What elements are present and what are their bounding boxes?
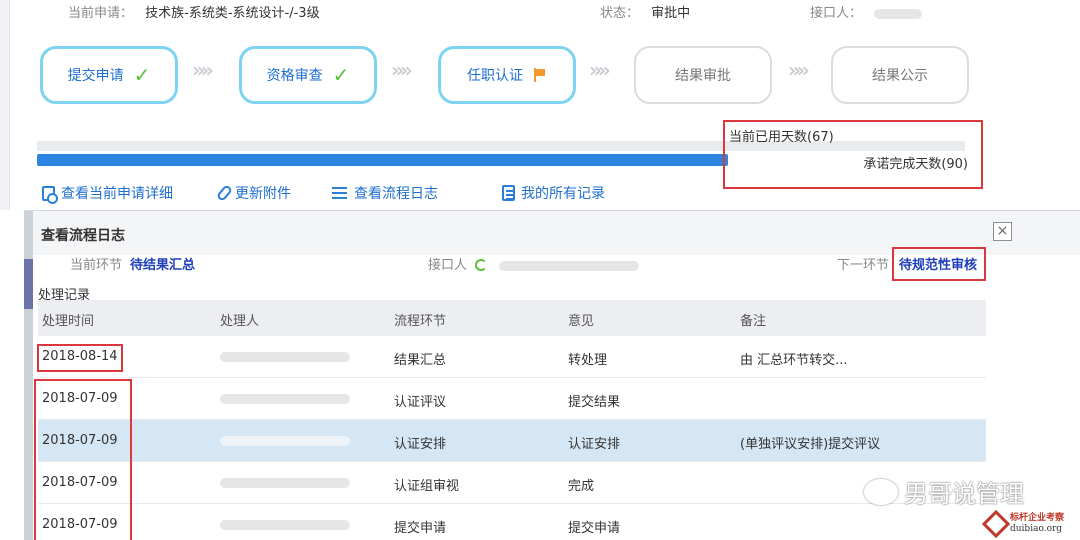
table-header: 处理时间 处理人 流程环节 意见 备注 (38, 300, 986, 336)
update-attachment-link[interactable]: 更新附件 (215, 183, 291, 203)
step-label: 资格审查 (266, 68, 323, 84)
step-label: 结果公示 (872, 68, 928, 84)
column-header: 流程环节 (394, 314, 447, 329)
column-header: 处理人 (220, 314, 260, 329)
application-label: 当前申请： (68, 6, 134, 21)
status-info: 状态： 审批中 (600, 2, 690, 21)
left-nav-strip (0, 0, 10, 210)
dialog-contact: 接口人 (428, 254, 640, 273)
action-label: 查看当前申请详细 (61, 186, 173, 202)
promised-days-label: 承诺完成天数(90) (863, 157, 968, 172)
list-icon (332, 185, 348, 201)
current-node: 当前环节 待结果汇总 (70, 254, 195, 273)
cell-opinion: 认证安排 (568, 437, 621, 452)
redacted-handler (220, 475, 350, 490)
next-node-highlight-box (892, 247, 986, 281)
logo-line1: 标杆企业考察 (1010, 513, 1065, 523)
date-highlight-box (37, 344, 123, 372)
action-label: 我的所有记录 (521, 186, 605, 202)
used-days-label: 当前已用天数(67) (729, 130, 834, 145)
wechat-icon (864, 478, 898, 505)
watermark: 男哥说管理 (864, 474, 1024, 509)
dialog-contact-label: 接口人 (428, 258, 468, 273)
redacted-contact (499, 260, 640, 271)
logo-text: 标杆企业考察 duibiao.org (1010, 513, 1064, 535)
cell-node: 认证评议 (394, 395, 447, 410)
table-row[interactable]: 2018-07-09 提交申请 提交申请 (38, 504, 986, 540)
cell-node: 认证安排 (394, 437, 447, 452)
step-qualification-review[interactable]: 资格审查 ✓ (239, 46, 377, 104)
spinner-icon (475, 259, 488, 271)
redacted-handler (220, 349, 350, 364)
step-certification[interactable]: 任职认证 (438, 46, 576, 104)
cell-node: 认证组审视 (394, 479, 460, 494)
view-process-log-link[interactable]: 查看流程日志 (332, 183, 438, 203)
application-info: 当前申请： 技术族-系统类-系统设计-/-3级 (68, 2, 320, 21)
application-value: 技术族-系统类-系统设计-/-3级 (145, 6, 320, 21)
paperclip-icon (215, 183, 234, 203)
checkmark-icon: ✓ (133, 63, 151, 87)
cell-opinion: 提交结果 (568, 395, 621, 410)
workflow-steps: 提交申请 ✓ »» 资格审查 ✓ »» 任职认证 »» 结果审批 »» 结果公示 (40, 46, 980, 106)
double-chevron-icon: »» (788, 58, 810, 82)
side-rail-tab (24, 259, 33, 309)
cell-node: 提交申请 (394, 521, 447, 536)
used-days-progress-bar (37, 154, 728, 166)
contact-info: 接口人： (810, 2, 923, 21)
step-result-approval[interactable]: 结果审批 (634, 46, 772, 104)
notepad-icon (502, 185, 515, 201)
next-node-label: 下一环节 (837, 258, 890, 273)
column-header: 处理时间 (42, 314, 95, 329)
cell-opinion: 提交申请 (568, 521, 621, 536)
logo-line2: duibiao.org (1010, 524, 1063, 534)
step-label: 任职认证 (467, 68, 523, 84)
step-submit-application[interactable]: 提交申请 ✓ (40, 46, 178, 104)
double-chevron-icon: »» (192, 58, 214, 82)
cell-note: 由 汇总环节转交... (740, 353, 848, 368)
contact-label: 接口人： (810, 6, 863, 21)
checkmark-icon: ✓ (332, 63, 350, 87)
dialog-title: 查看流程日志 (41, 228, 125, 244)
table-row[interactable]: 2018-07-09 认证评议 提交结果 (38, 378, 986, 420)
status-value: 审批中 (651, 6, 691, 21)
dates-highlight-box (34, 379, 132, 540)
redacted-handler (220, 391, 350, 406)
step-result-publicity[interactable]: 结果公示 (831, 46, 969, 104)
table-row[interactable]: 2018-07-09 认证组审视 完成 (38, 462, 986, 504)
redacted-handler (220, 433, 350, 448)
application-panel: 当前申请： 技术族-系统类-系统设计-/-3级 状态： 审批中 接口人： 提交申… (0, 0, 1080, 210)
table-row-selected[interactable]: 2018-07-09 认证安排 认证安排 (单独评议安排)提交评议 (38, 420, 986, 462)
double-chevron-icon: »» (589, 58, 611, 82)
cell-note: (单独评议安排)提交评议 (740, 437, 881, 452)
doc-search-icon (42, 185, 58, 204)
view-application-detail-link[interactable]: 查看当前申请详细 (42, 183, 173, 204)
redacted-handler (220, 517, 350, 532)
column-header: 意见 (568, 314, 595, 329)
close-icon[interactable]: × (993, 222, 1012, 241)
cell-opinion: 完成 (568, 479, 595, 494)
my-records-link[interactable]: 我的所有记录 (502, 183, 605, 203)
cell-node: 结果汇总 (394, 353, 447, 368)
action-links: 查看当前申请详细 更新附件 查看流程日志 我的所有记录 (42, 183, 682, 204)
table-row[interactable]: 2018-08-14 结果汇总 转处理 由 汇总环节转交... (38, 336, 986, 378)
flag-icon (533, 68, 547, 82)
cell-opinion: 转处理 (568, 353, 608, 368)
action-label: 更新附件 (235, 186, 291, 202)
column-header: 备注 (740, 314, 767, 329)
action-label: 查看流程日志 (354, 186, 438, 202)
redacted-contact (874, 8, 923, 19)
diamond-logo-icon (981, 509, 1011, 539)
step-label: 提交申请 (67, 68, 124, 84)
current-node-label: 当前环节 (70, 258, 123, 273)
step-label: 结果审批 (675, 68, 731, 84)
current-node-value: 待结果汇总 (130, 258, 196, 273)
site-logo: 标杆企业考察 duibiao.org (978, 508, 1080, 540)
dialog-side-rail (24, 211, 33, 540)
watermark-text: 男哥说管理 (904, 480, 1024, 508)
double-chevron-icon: »» (391, 58, 413, 82)
status-label: 状态： (600, 6, 640, 21)
